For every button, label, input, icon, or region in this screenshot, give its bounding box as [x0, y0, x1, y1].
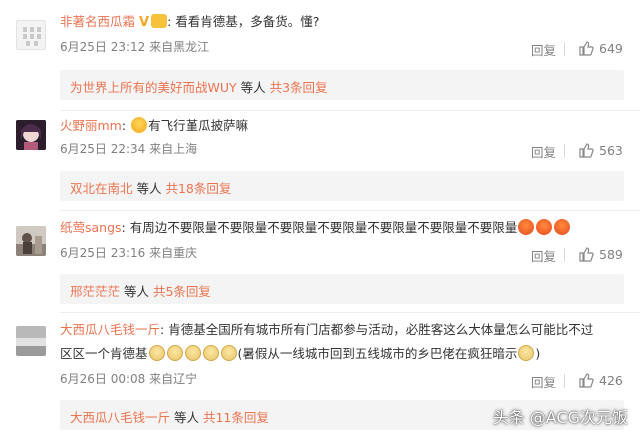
- reply-button[interactable]: 回复: [531, 372, 556, 391]
- replies-count-link[interactable]: 共18条回复: [165, 181, 231, 196]
- like-button[interactable]: 649: [578, 40, 623, 56]
- verified-icon: V: [139, 15, 150, 30]
- replies-count-link[interactable]: 共3条回复: [270, 80, 328, 95]
- replies-summary: 双北在南北 等人 共18条回复: [70, 178, 231, 197]
- angry-emoji-icon: [518, 219, 535, 235]
- reply-button[interactable]: 回复: [531, 246, 556, 265]
- comment-divider: [60, 110, 640, 111]
- colon: :: [121, 118, 127, 133]
- reply-user-link[interactable]: 大西瓜八毛钱一斤: [70, 410, 170, 425]
- reply-user-link[interactable]: 为世界上所有的美好而战WUY: [70, 80, 237, 95]
- like-button[interactable]: 563: [578, 142, 623, 158]
- comment-meta: 6月25日 23:12 来自黑龙江: [60, 39, 209, 55]
- replies-box[interactable]: 为世界上所有的美好而战WUY 等人 共3条回复: [60, 70, 624, 100]
- comment-location: 来自重庆: [149, 246, 198, 260]
- username-link[interactable]: 火野丽mm: [60, 118, 122, 133]
- divider: [564, 42, 565, 56]
- comment-line: 火野丽mm: 有飞行堇瓜披萨嘛: [60, 117, 248, 135]
- comment-text: 有周边不要限量不要限量不要限量不要限量不要限量不要限量不要限量: [125, 220, 518, 235]
- username-link[interactable]: 大西瓜八毛钱一斤: [60, 322, 160, 337]
- replies-count-link[interactable]: 共11条回复: [203, 410, 269, 425]
- replies-summary: 为世界上所有的美好而战WUY 等人 共3条回复: [70, 77, 328, 96]
- reply-button[interactable]: 回复: [531, 142, 556, 161]
- comment-text-2a: 区区一个肯德基: [60, 346, 148, 361]
- replies-middle: 等人: [236, 80, 270, 95]
- comment-time: 6月25日 23:12: [60, 40, 146, 54]
- comment-location: 来自辽宁: [149, 372, 198, 386]
- comment-text: 肯德基全国所有城市所有门店都参与活动，必胜客这么大体量怎么可能比不过: [164, 322, 594, 337]
- replies-box[interactable]: 双北在南北 等人 共18条回复: [60, 171, 624, 201]
- colon: :: [167, 14, 172, 29]
- replies-middle: 等人: [170, 410, 203, 425]
- like-count: 649: [599, 40, 623, 56]
- username-link[interactable]: 非著名西瓜霜: [60, 14, 135, 29]
- comment-divider: [60, 312, 640, 313]
- replies-count-link[interactable]: 共5条回复: [153, 284, 211, 299]
- like-button[interactable]: 589: [578, 246, 623, 262]
- comment-text-2b: (暑假从一线城市回到五线城市的乡巴佬在疯狂暗示: [237, 346, 518, 361]
- like-count: 426: [599, 372, 623, 388]
- replies-box[interactable]: 邢茫茫茫 等人 共5条回复: [60, 274, 624, 304]
- comment-location: 来自黑龙江: [149, 40, 210, 54]
- vip-icon: [151, 14, 168, 28]
- comment-time: 6月25日 23:16: [60, 246, 146, 260]
- angry-emoji-icon: [554, 219, 571, 235]
- angry-emoji-icon: [536, 219, 553, 235]
- reply-user-link[interactable]: 邢茫茫茫: [70, 284, 120, 299]
- comment-line: 大西瓜八毛钱一斤: 肯德基全国所有城市所有门店都参与活动，必胜客这么大体量怎么可…: [60, 321, 593, 339]
- comment-text-2c: ): [535, 346, 541, 361]
- like-button[interactable]: 426: [578, 372, 623, 388]
- doge-emoji-icon: [184, 345, 201, 361]
- doge-emoji-icon: [220, 345, 237, 361]
- comment-location: 来自上海: [149, 142, 198, 156]
- avatar[interactable]: [16, 120, 46, 150]
- doge-emoji-icon: [518, 345, 535, 361]
- avatar[interactable]: [16, 226, 46, 256]
- replies-middle: 等人: [120, 284, 153, 299]
- reply-user-link[interactable]: 双北在南北: [70, 181, 133, 196]
- comment-time: 6月26日 00:08: [60, 372, 146, 386]
- like-count: 589: [599, 246, 623, 262]
- comment-meta: 6月25日 22:34 来自上海: [60, 141, 197, 157]
- thumb-up-icon: [579, 373, 594, 388]
- comment-text: 看看肯德基，多备货。懂?: [175, 14, 320, 29]
- thumb-up-icon: [579, 143, 594, 158]
- avatar[interactable]: [16, 20, 46, 50]
- comment-time: 6月25日 22:34: [60, 142, 146, 156]
- avatar[interactable]: [16, 326, 46, 356]
- doge-emoji-icon: [166, 345, 183, 361]
- replies-middle: 等人: [132, 181, 166, 196]
- watermark: 头条 @ACG次元饭: [492, 408, 628, 427]
- comment-meta: 6月25日 23:16 来自重庆: [60, 245, 197, 261]
- username-link[interactable]: 纸莺sangs: [60, 220, 122, 235]
- divider: [564, 374, 565, 388]
- comment-text: 有飞行堇瓜披萨嘛: [148, 118, 249, 133]
- comment-divider: [60, 210, 640, 211]
- doge-emoji-icon: [148, 345, 165, 361]
- comment-line: 纸莺sangs: 有周边不要限量不要限量不要限量不要限量不要限量不要限量不要限量: [60, 219, 571, 237]
- thumb-up-icon: [579, 41, 594, 56]
- comment-meta: 6月26日 00:08 来自辽宁: [60, 371, 197, 387]
- like-count: 563: [599, 142, 623, 158]
- replies-summary: 大西瓜八毛钱一斤 等人 共11条回复: [70, 407, 269, 426]
- thumb-up-icon: [579, 247, 594, 262]
- doge-emoji-icon: [202, 345, 219, 361]
- divider: [564, 144, 565, 158]
- laugh-emoji-icon: [131, 117, 148, 133]
- comment-line: 非著名西瓜霜 V: 看看肯德基，多备货。懂?: [60, 13, 319, 32]
- replies-summary: 邢茫茫茫 等人 共5条回复: [70, 281, 211, 300]
- divider: [564, 248, 565, 262]
- comment-line-2: 区区一个肯德基 (暑假从一线城市回到五线城市的乡巴佬在疯狂暗示): [60, 345, 540, 363]
- reply-button[interactable]: 回复: [531, 40, 556, 59]
